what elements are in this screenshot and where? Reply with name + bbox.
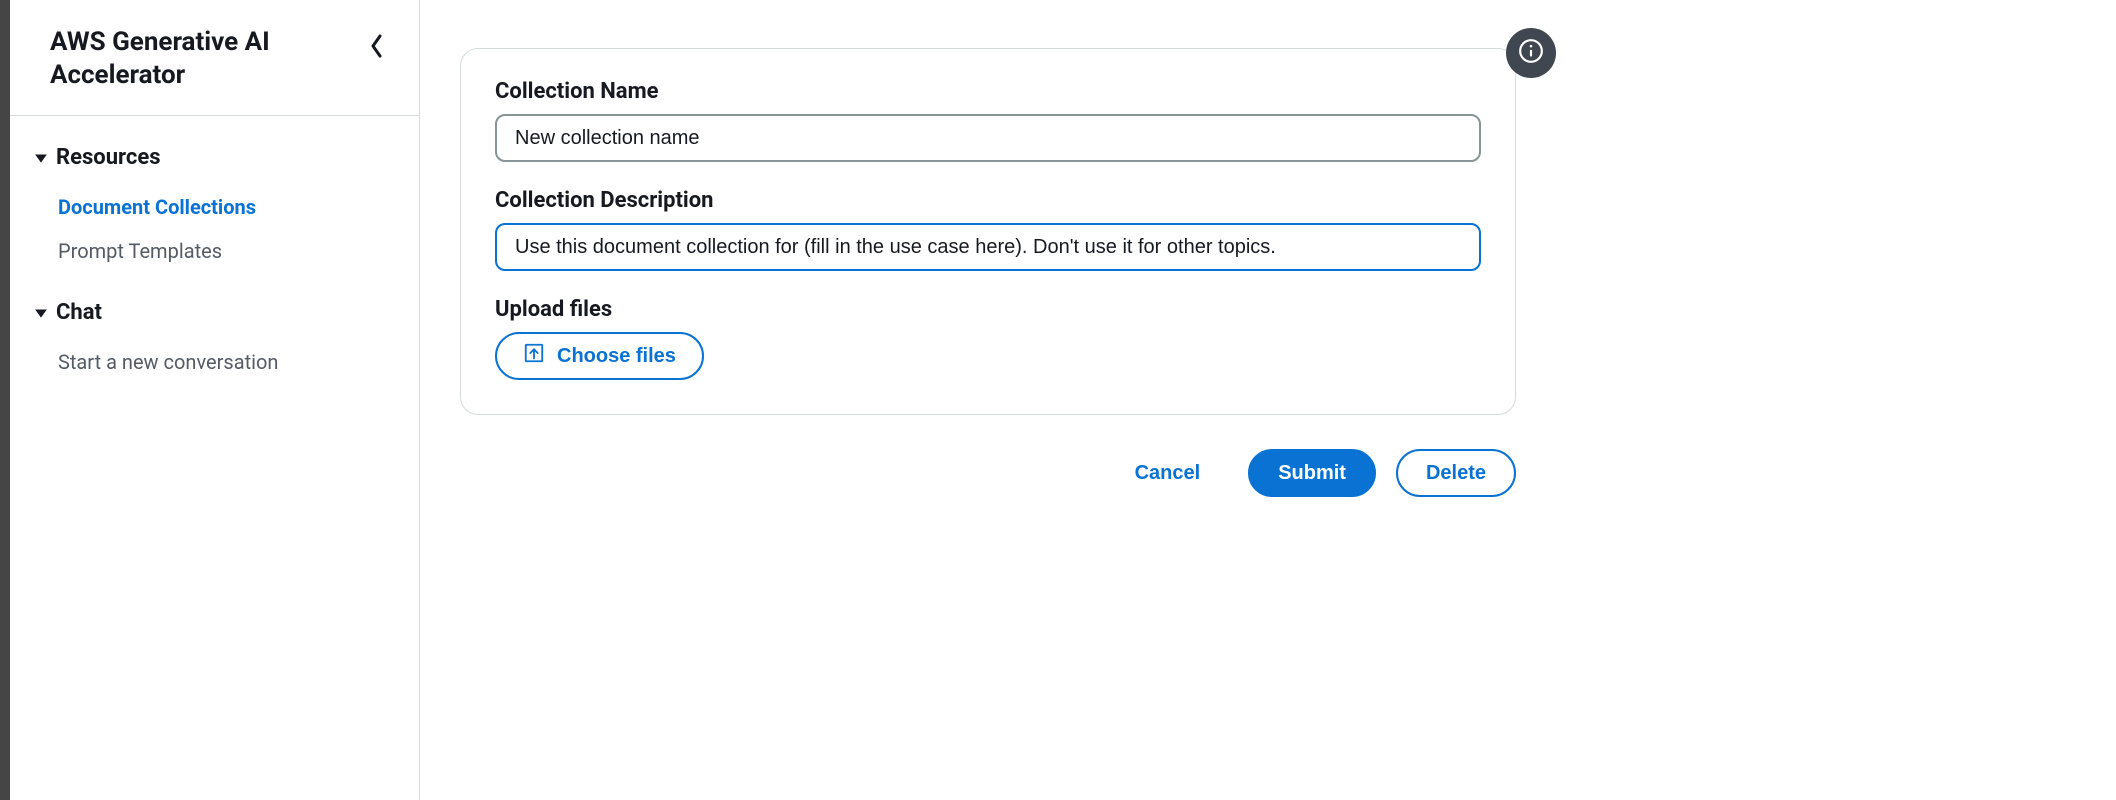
info-button[interactable] xyxy=(1506,28,1556,78)
nav-group-label: Chat xyxy=(56,295,102,330)
sidebar-item-label: Prompt Templates xyxy=(58,239,222,263)
collection-description-label: Collection Description xyxy=(495,188,1481,213)
sidebar-item-start-new-conversation[interactable]: Start a new conversation xyxy=(58,340,419,384)
nav-group-label: Resources xyxy=(56,140,161,175)
sidebar-nav: Resources Document Collections Prompt Te… xyxy=(10,116,419,406)
field-upload-files: Upload files Choose files xyxy=(495,297,1481,380)
collapse-sidebar-button[interactable] xyxy=(359,30,395,66)
info-icon xyxy=(1518,38,1544,68)
collection-name-label: Collection Name xyxy=(495,79,1481,104)
cancel-button[interactable]: Cancel xyxy=(1107,449,1229,497)
choose-files-button[interactable]: Choose files xyxy=(495,332,704,380)
sidebar-item-label: Document Collections xyxy=(58,195,256,219)
choose-files-label: Choose files xyxy=(557,345,676,368)
delete-button[interactable]: Delete xyxy=(1396,449,1516,497)
collection-form-card: Collection Name Collection Description U… xyxy=(460,48,1516,415)
collection-description-input[interactable] xyxy=(495,223,1481,271)
submit-button[interactable]: Submit xyxy=(1248,449,1376,497)
delete-label: Delete xyxy=(1426,462,1486,485)
nav-group-resources[interactable]: Resources xyxy=(10,140,419,175)
right-whitespace xyxy=(1556,0,2116,800)
cancel-label: Cancel xyxy=(1135,462,1201,485)
sidebar-item-label: Start a new conversation xyxy=(58,350,278,374)
field-collection-name: Collection Name xyxy=(495,79,1481,162)
sidebar-header: AWS Generative AI Accelerator xyxy=(10,0,419,116)
caret-down-icon xyxy=(34,151,48,165)
nav-group-chat[interactable]: Chat xyxy=(10,295,419,330)
chevron-left-icon xyxy=(369,33,385,63)
window-edge-strip xyxy=(0,0,10,800)
collection-name-input[interactable] xyxy=(495,114,1481,162)
form-actions: Cancel Submit Delete xyxy=(460,449,1516,497)
sidebar-item-prompt-templates[interactable]: Prompt Templates xyxy=(58,229,419,273)
caret-down-icon xyxy=(34,306,48,320)
app-title: AWS Generative AI Accelerator xyxy=(50,26,350,91)
submit-label: Submit xyxy=(1278,462,1346,485)
sidebar-item-document-collections[interactable]: Document Collections xyxy=(58,185,419,229)
upload-icon xyxy=(523,342,545,370)
upload-files-label: Upload files xyxy=(495,297,1481,322)
sidebar: AWS Generative AI Accelerator Resources xyxy=(10,0,420,800)
main-content: Collection Name Collection Description U… xyxy=(420,0,1556,800)
field-collection-description: Collection Description xyxy=(495,188,1481,271)
